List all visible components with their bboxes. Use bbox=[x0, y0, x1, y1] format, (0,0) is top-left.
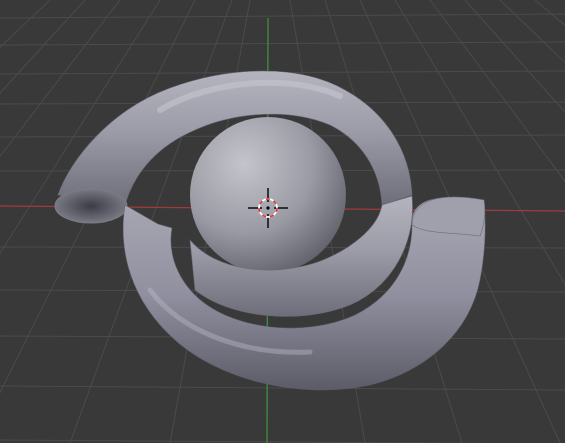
tube-open-end bbox=[54, 188, 128, 224]
spiral-tube-mesh[interactable] bbox=[54, 70, 486, 391]
3d-viewport[interactable] bbox=[0, 0, 565, 443]
viewport-canvas[interactable] bbox=[0, 0, 565, 443]
